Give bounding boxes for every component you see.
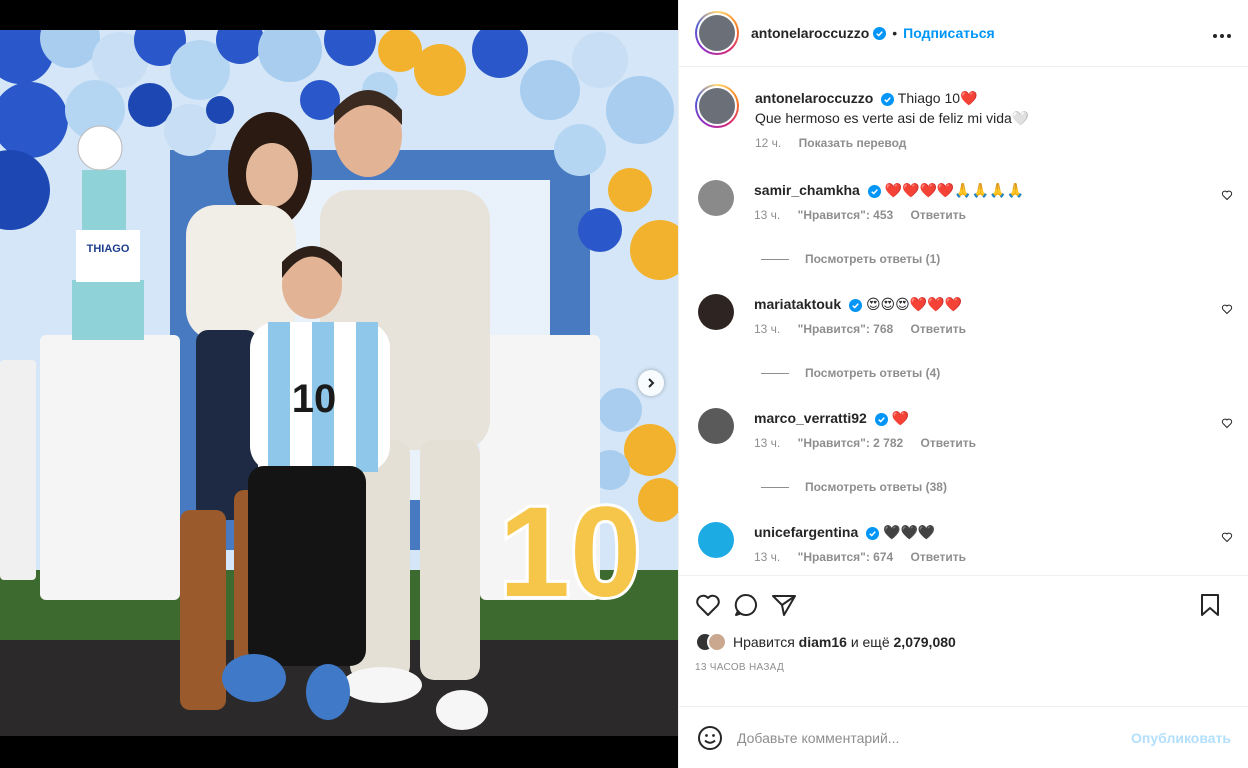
comment-likes[interactable]: "Нравится": 453	[798, 208, 894, 222]
share-send-icon[interactable]	[771, 593, 797, 617]
comment-text: ❤️❤️❤️❤️🙏🙏🙏🙏	[884, 182, 1025, 198]
more-options-icon[interactable]	[1212, 23, 1232, 44]
reply-button[interactable]: Ответить	[921, 436, 976, 450]
add-comment-bar: Опубликовать	[679, 706, 1248, 768]
comment-time[interactable]: 13 ч.	[754, 208, 780, 222]
comment-item: unicefargentina 🖤🖤🖤 13 ч. "Нравится": 67…	[679, 522, 1248, 564]
verified-badge-icon	[873, 26, 887, 40]
likes-middle: и ещё	[850, 634, 890, 650]
post-side-panel: antonelaroccuzzo • Подписаться antonelar…	[678, 0, 1248, 768]
caption-line-2: Que hermoso es verte asi de feliz mi vid…	[755, 110, 1030, 126]
like-comment-heart-icon[interactable]	[1221, 302, 1233, 320]
like-comment-heart-icon[interactable]	[1221, 530, 1233, 548]
caption-username[interactable]: antonelaroccuzzo	[755, 90, 873, 106]
comment-text: 😍😍😍❤️❤️❤️	[865, 296, 963, 312]
comment-time[interactable]: 13 ч.	[754, 322, 780, 336]
next-photo-button[interactable]	[638, 370, 664, 396]
author-username[interactable]: antonelaroccuzzo	[751, 25, 869, 41]
view-replies-link[interactable]: Посмотреть ответы (38)	[761, 480, 947, 494]
reply-button[interactable]: Ответить	[911, 322, 966, 336]
verified-badge-icon	[867, 184, 881, 198]
comment-text: 🖤🖤🖤	[883, 524, 936, 540]
comment-username[interactable]: unicefargentina	[754, 524, 858, 540]
likes-count[interactable]: 2,079,080	[894, 634, 956, 650]
post-actions: Нравится diam16 и ещё 2,079,080 13 часов…	[679, 575, 1248, 673]
comment-text: ❤️	[891, 410, 910, 426]
view-replies-label: Посмотреть ответы (4)	[805, 366, 941, 380]
verified-badge-icon	[866, 526, 880, 540]
like-comment-heart-icon[interactable]	[1221, 188, 1233, 206]
follow-button[interactable]: Подписаться	[903, 25, 995, 41]
reply-button[interactable]: Ответить	[911, 208, 966, 222]
comment-username[interactable]: samir_chamkha	[754, 182, 860, 198]
comments-list[interactable]: antonelaroccuzzo Thiago 10❤️ Que hermoso…	[679, 68, 1248, 574]
commenter-avatar[interactable]	[698, 522, 734, 558]
view-replies-link[interactable]: Посмотреть ответы (4)	[761, 366, 940, 380]
comment-item: samir_chamkha ❤️❤️❤️❤️🙏🙏🙏🙏 13 ч. "Нравит…	[679, 180, 1248, 222]
post-photo[interactable]: THIAGO 10 10	[0, 30, 678, 736]
post-header: antonelaroccuzzo • Подписаться	[679, 0, 1248, 67]
caption-avatar[interactable]	[695, 84, 739, 128]
add-comment-input[interactable]	[737, 729, 1132, 746]
save-bookmark-icon[interactable]	[1199, 593, 1221, 617]
comment-item: marco_verratti92 ❤️ 13 ч. "Нравится": 2 …	[679, 408, 1248, 450]
emoji-smiley-icon[interactable]	[697, 725, 723, 751]
reply-button[interactable]: Ответить	[911, 550, 966, 564]
comment-time[interactable]: 13 ч.	[754, 436, 780, 450]
comment-likes[interactable]: "Нравится": 674	[798, 550, 894, 564]
likes-prefix: Нравится	[733, 634, 795, 650]
number-ten-sign: 10	[496, 478, 644, 627]
jersey-number: 10	[292, 377, 337, 421]
chevron-right-icon	[648, 378, 655, 388]
comment-likes[interactable]: "Нравится": 768	[798, 322, 894, 336]
view-replies-label: Посмотреть ответы (1)	[805, 252, 941, 266]
comment-bubble-icon[interactable]	[733, 592, 759, 618]
view-replies-label: Посмотреть ответы (38)	[805, 480, 947, 494]
author-avatar[interactable]	[695, 11, 739, 55]
comment-username[interactable]: marco_verratti92	[754, 410, 867, 426]
view-replies-link[interactable]: Посмотреть ответы (1)	[761, 252, 940, 266]
caption-time[interactable]: 12 ч.	[755, 136, 781, 150]
verified-badge-icon	[874, 412, 888, 426]
liker-avatar	[707, 632, 727, 652]
commenter-avatar[interactable]	[698, 408, 734, 444]
comment-item: mariataktouk 😍😍😍❤️❤️❤️ 13 ч. "Нравится":…	[679, 294, 1248, 336]
number-ten: 10	[499, 481, 641, 624]
like-heart-icon[interactable]	[695, 593, 721, 617]
verified-badge-icon	[881, 92, 895, 106]
verified-badge-icon	[849, 298, 863, 312]
caption-line-1: Thiago 10❤️	[897, 90, 978, 106]
comment-time[interactable]: 13 ч.	[754, 550, 780, 564]
like-comment-heart-icon[interactable]	[1221, 416, 1233, 434]
commenter-avatar[interactable]	[698, 294, 734, 330]
comment-likes[interactable]: "Нравится": 2 782	[798, 436, 904, 450]
post-caption: antonelaroccuzzo Thiago 10❤️ Que hermoso…	[679, 68, 1248, 150]
likes-summary[interactable]: Нравится diam16 и ещё 2,079,080	[695, 632, 1233, 652]
post-photo-area: THIAGO 10 10	[0, 0, 678, 768]
commenter-avatar[interactable]	[698, 180, 734, 216]
post-time-ago[interactable]: 13 часов назад	[695, 662, 1233, 673]
publish-button[interactable]: Опубликовать	[1131, 730, 1231, 746]
cake-label: THIAGO	[87, 243, 130, 255]
comment-username[interactable]: mariataktouk	[754, 296, 841, 312]
cake-table	[40, 335, 180, 600]
show-translation-link[interactable]: Показать перевод	[799, 136, 907, 150]
separator-dot: •	[892, 25, 898, 41]
liker-username[interactable]: diam16	[799, 634, 847, 650]
birthday-photo-illustration: THIAGO 10 10	[0, 30, 678, 736]
